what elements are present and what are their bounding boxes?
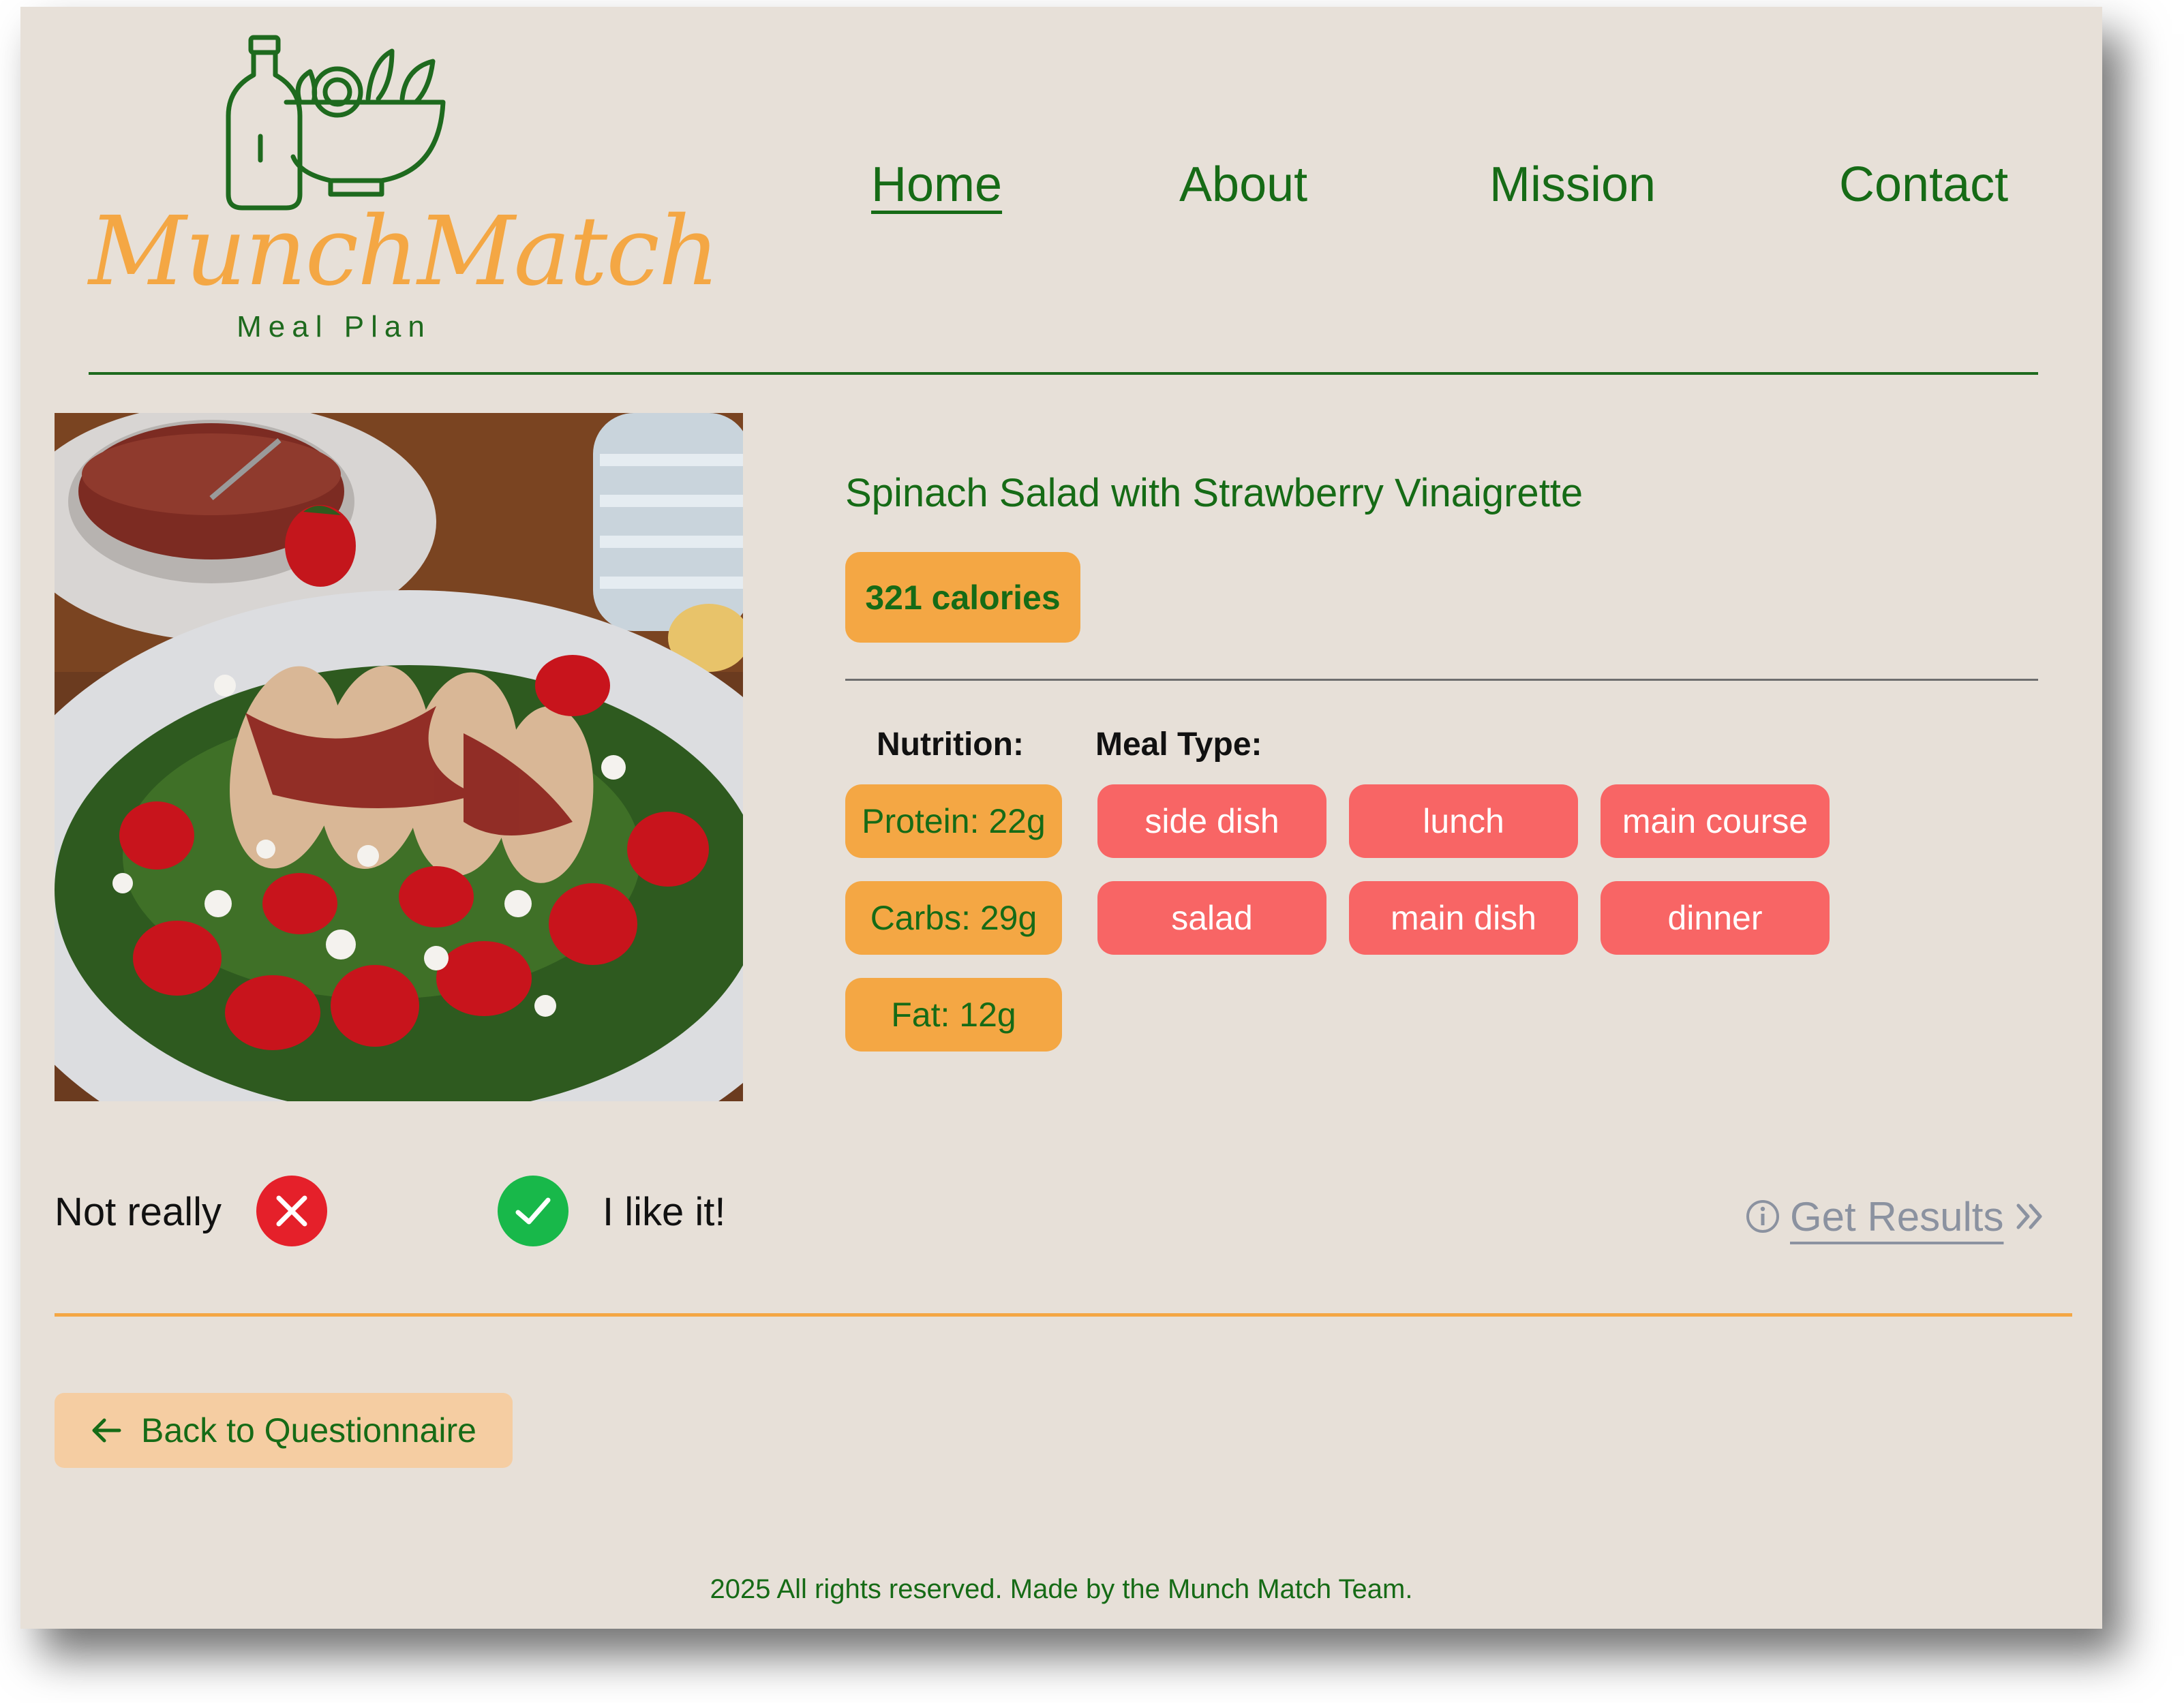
meal-tag: salad [1097, 881, 1326, 955]
nav-home[interactable]: Home [871, 160, 1002, 209]
header-divider [89, 372, 2038, 375]
recipe-photo [55, 413, 743, 1101]
meal-tag: lunch [1349, 784, 1578, 858]
app-window: MunchMatch Meal Plan Home About Mission … [20, 7, 2102, 1629]
back-button-label: Back to Questionnaire [141, 1411, 476, 1449]
nav-about[interactable]: About [1179, 160, 1307, 209]
nutrition-carbs: Carbs: 29g [845, 881, 1062, 955]
get-results-link[interactable]: Get Results [1745, 1186, 2048, 1247]
meal-tag: main course [1601, 784, 1830, 858]
not-really-label: Not really [55, 1190, 222, 1234]
footer-text: 2025 All rights reserved. Made by the Mu… [710, 1574, 1413, 1604]
meal-tag: main dish [1349, 881, 1578, 955]
meal-tag: dinner [1601, 881, 1830, 955]
like-it-label: I like it! [603, 1190, 726, 1234]
like-button[interactable] [498, 1176, 568, 1246]
nav-mission[interactable]: Mission [1489, 160, 1656, 209]
nutrition-protein: Protein: 22g [845, 784, 1062, 858]
section-divider [55, 1313, 2072, 1317]
info-icon [1746, 1200, 1779, 1233]
x-icon [276, 1195, 307, 1227]
double-chevron-right-icon [2016, 1203, 2042, 1229]
brand-subtitle: Meal Plan [237, 310, 431, 343]
nutrition-fat: Fat: 12g [845, 978, 1062, 1052]
meal-tag: side dish [1097, 784, 1326, 858]
recipe-title: Spinach Salad with Strawberry Vinaigrett… [845, 471, 1583, 515]
nutrition-label: Nutrition: [877, 726, 1024, 763]
calories-badge: 321 calories [845, 552, 1080, 643]
meal-type-label: Meal Type: [1095, 726, 1262, 763]
reject-button[interactable] [256, 1176, 327, 1246]
nav-contact[interactable]: Contact [1839, 160, 2008, 209]
get-results-label[interactable]: Get Results [1790, 1193, 2003, 1240]
main-nav: Home About Mission Contact [20, 160, 2102, 228]
check-icon [515, 1197, 551, 1225]
back-to-questionnaire-button[interactable]: Back to Questionnaire [55, 1393, 513, 1468]
arrow-left-icon [92, 1418, 121, 1443]
details-divider [845, 679, 2038, 681]
